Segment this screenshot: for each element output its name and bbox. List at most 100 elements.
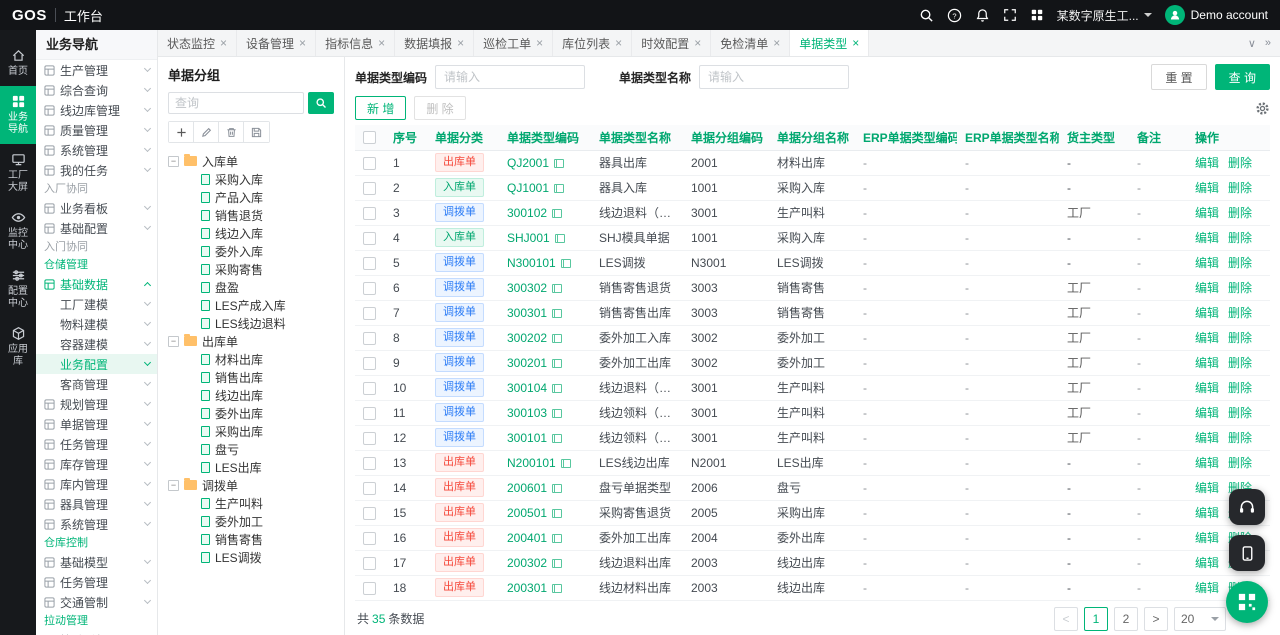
column-header[interactable]: 操作 bbox=[1187, 125, 1270, 150]
sidebar-item[interactable]: 基础数据 bbox=[36, 274, 157, 294]
code-link[interactable]: 300302 bbox=[507, 281, 547, 295]
apps-grid-icon[interactable] bbox=[1030, 8, 1044, 22]
delete-link[interactable]: 删除 bbox=[1228, 431, 1252, 445]
edit-link[interactable]: 编辑 bbox=[1195, 181, 1219, 195]
copy-icon[interactable] bbox=[552, 309, 560, 318]
sidebar-item[interactable]: 库内管理 bbox=[36, 474, 157, 494]
code-link[interactable]: 300103 bbox=[507, 406, 547, 420]
search-button[interactable]: 查 询 bbox=[1215, 64, 1270, 90]
edit-link[interactable]: 编辑 bbox=[1195, 581, 1219, 595]
copy-icon[interactable] bbox=[561, 459, 569, 468]
table-row[interactable]: 10调拨单300104线边退料（不...3001生产叫料--工厂-编辑删除 bbox=[355, 375, 1270, 400]
sidebar-subitem[interactable]: 工厂建模 bbox=[36, 294, 157, 314]
sidebar-item[interactable]: 库存管理 bbox=[36, 454, 157, 474]
page-size-select[interactable]: 20 bbox=[1174, 607, 1226, 631]
edit-link[interactable]: 编辑 bbox=[1195, 531, 1219, 545]
reset-button[interactable]: 重 置 bbox=[1151, 64, 1206, 90]
close-icon[interactable]: × bbox=[457, 37, 464, 49]
help-icon[interactable]: ? bbox=[947, 8, 962, 23]
edit-link[interactable]: 编辑 bbox=[1195, 206, 1219, 220]
rail-item-config-center[interactable]: 配置中心 bbox=[0, 260, 36, 318]
edit-link[interactable]: 编辑 bbox=[1195, 356, 1219, 370]
table-row[interactable]: 11调拨单300103线边领料（不...3001生产叫料--工厂-编辑删除 bbox=[355, 400, 1270, 425]
row-checkbox[interactable] bbox=[363, 207, 376, 220]
edit-link[interactable]: 编辑 bbox=[1195, 231, 1219, 245]
rail-item-factory-screen[interactable]: 工厂大屏 bbox=[0, 144, 36, 202]
sidebar-item[interactable]: 质量管理 bbox=[36, 120, 157, 140]
tree-leaf[interactable]: 生产叫料 bbox=[168, 494, 334, 512]
device-button[interactable] bbox=[1229, 535, 1265, 571]
tree-leaf[interactable]: 采购入库 bbox=[168, 170, 334, 188]
code-link[interactable]: 300101 bbox=[507, 431, 547, 445]
tree-search-button[interactable] bbox=[308, 92, 334, 114]
page-button[interactable]: 1 bbox=[1084, 607, 1108, 631]
code-link[interactable]: 300102 bbox=[507, 206, 547, 220]
column-header[interactable]: 单据分组编码 bbox=[683, 125, 769, 150]
tree-folder[interactable]: −调拨单 bbox=[168, 476, 334, 494]
tree-leaf[interactable]: 销售寄售 bbox=[168, 530, 334, 548]
column-header[interactable]: 序号 bbox=[385, 125, 427, 150]
sidebar-item[interactable]: 基础配置 bbox=[36, 218, 157, 238]
table-row[interactable]: 6调拨单300302销售寄售退货3003销售寄售--工厂-编辑删除 bbox=[355, 275, 1270, 300]
tab-active[interactable]: 单据类型× bbox=[790, 30, 869, 56]
code-link[interactable]: N200101 bbox=[507, 456, 556, 470]
tab-more-icon[interactable]: » bbox=[1265, 37, 1271, 49]
column-header[interactable]: 单据分组名称 bbox=[769, 125, 855, 150]
tree-leaf[interactable]: LES出库 bbox=[168, 458, 334, 476]
row-checkbox[interactable] bbox=[363, 232, 376, 245]
notification-bell-icon[interactable] bbox=[975, 8, 990, 23]
copy-icon[interactable] bbox=[555, 234, 563, 243]
code-link[interactable]: QJ2001 bbox=[507, 156, 549, 170]
edit-link[interactable]: 编辑 bbox=[1195, 381, 1219, 395]
add-group-button[interactable] bbox=[169, 122, 194, 142]
tree-leaf[interactable]: 线边入库 bbox=[168, 224, 334, 242]
table-row[interactable]: 4入库单SHJ001SHJ模具单据1001采购入库----编辑删除 bbox=[355, 225, 1270, 250]
add-button[interactable]: 新 增 bbox=[355, 96, 406, 120]
code-link[interactable]: SHJ001 bbox=[507, 231, 550, 245]
edit-link[interactable]: 编辑 bbox=[1195, 306, 1219, 320]
tree-leaf[interactable]: 产品入库 bbox=[168, 188, 334, 206]
code-link[interactable]: 300201 bbox=[507, 356, 547, 370]
row-checkbox[interactable] bbox=[363, 332, 376, 345]
close-icon[interactable]: × bbox=[536, 37, 543, 49]
sidebar-item[interactable]: 线边库管理 bbox=[36, 100, 157, 120]
copy-icon[interactable] bbox=[554, 159, 562, 168]
table-row[interactable]: 18出库单200301线边材料出库2003线边出库----编辑删除 bbox=[355, 575, 1270, 600]
table-row[interactable]: 1出库单QJ2001器具出库2001材料出库----编辑删除 bbox=[355, 150, 1270, 175]
sidebar-item[interactable]: 交通管制 bbox=[36, 592, 157, 612]
sidebar-subitem[interactable]: 客商管理 bbox=[36, 374, 157, 394]
rail-item-business-nav[interactable]: 业务导航 bbox=[0, 86, 36, 144]
save-group-button[interactable] bbox=[244, 122, 269, 142]
delete-link[interactable]: 删除 bbox=[1228, 181, 1252, 195]
row-checkbox[interactable] bbox=[363, 382, 376, 395]
sidebar-item[interactable]: 业务看板 bbox=[36, 198, 157, 218]
table-row[interactable]: 5调拨单N300101LES调拨N3001LES调拨----编辑删除 bbox=[355, 250, 1270, 275]
next-page-button[interactable]: > bbox=[1144, 607, 1168, 631]
select-all-checkbox[interactable] bbox=[363, 131, 376, 144]
filter-name-input[interactable] bbox=[699, 65, 849, 89]
sidebar-item[interactable]: 规划管理 bbox=[36, 394, 157, 414]
sidebar-subitem[interactable]: 业务配置 bbox=[36, 354, 157, 374]
delete-link[interactable]: 删除 bbox=[1228, 256, 1252, 270]
edit-link[interactable]: 编辑 bbox=[1195, 556, 1219, 570]
copy-icon[interactable] bbox=[554, 184, 562, 193]
tab-item[interactable]: 设备管理× bbox=[237, 30, 316, 56]
filter-code-input[interactable] bbox=[435, 65, 585, 89]
copy-icon[interactable] bbox=[552, 209, 560, 218]
edit-link[interactable]: 编辑 bbox=[1195, 256, 1219, 270]
copy-icon[interactable] bbox=[552, 284, 560, 293]
sidebar-item[interactable]: 任务管理 bbox=[36, 572, 157, 592]
sidebar-item[interactable]: 拉动看板 bbox=[36, 630, 157, 635]
tree-leaf[interactable]: 盘盈 bbox=[168, 278, 334, 296]
tree-search-input[interactable] bbox=[168, 92, 304, 114]
code-link[interactable]: 200601 bbox=[507, 481, 547, 495]
sidebar-item[interactable]: 任务管理 bbox=[36, 434, 157, 454]
close-icon[interactable]: × bbox=[220, 37, 227, 49]
edit-link[interactable]: 编辑 bbox=[1195, 431, 1219, 445]
code-link[interactable]: N300101 bbox=[507, 256, 556, 270]
code-link[interactable]: 200302 bbox=[507, 556, 547, 570]
copy-icon[interactable] bbox=[552, 384, 560, 393]
tree-leaf[interactable]: LES线边退料 bbox=[168, 314, 334, 332]
sidebar-item[interactable]: 器具管理 bbox=[36, 494, 157, 514]
column-header[interactable]: 单据类型名称 bbox=[591, 125, 683, 150]
